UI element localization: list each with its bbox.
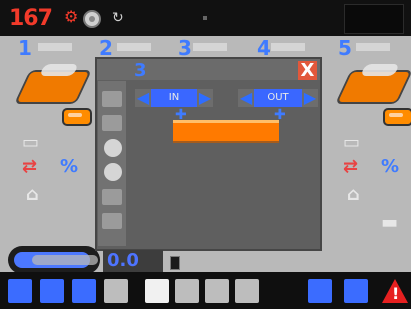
in-next-arrow[interactable]: ▶ — [197, 89, 213, 107]
document-icon[interactable] — [145, 279, 169, 303]
left-station-panel: ▭ ⇄ % ⌂ — [0, 36, 102, 274]
in-value: IN — [151, 89, 197, 107]
in-prev-arrow[interactable]: ◀ — [135, 89, 151, 107]
stapler-icon[interactable]: ▬ — [381, 212, 403, 234]
counter-value: 167 — [9, 6, 53, 31]
close-button[interactable]: X — [298, 61, 317, 80]
percent-icon[interactable]: % — [381, 156, 403, 178]
clock-icon[interactable] — [104, 163, 122, 181]
status-indicator-icon — [170, 256, 180, 270]
print-icon[interactable] — [175, 279, 199, 303]
stamp-icon[interactable]: ⌂ — [26, 184, 48, 206]
refresh-icon[interactable]: ↻ — [112, 10, 128, 26]
orange-tool-icon[interactable] — [335, 70, 411, 104]
network-icon[interactable] — [8, 279, 32, 303]
top-right-display — [344, 4, 404, 34]
bottom-toolbar — [0, 272, 411, 309]
station-3-dialog: 3 X ◀ IN ▶ ◀ OUT ▶ ✚ ✚ — [95, 57, 322, 251]
dialog-tool-icon[interactable] — [102, 189, 122, 205]
app-screen: 167 ⚙ ↻ 1 2 3 4 5 ▭ ⇄ % ⌂ ▭ ⇄ % ⌂ ▬ 3 X … — [0, 0, 411, 309]
out-selector[interactable]: ◀ OUT ▶ — [238, 89, 318, 107]
dialog-tool-icon[interactable] — [102, 213, 122, 229]
station-label-box — [271, 43, 305, 51]
status-value: 0.0 — [103, 250, 163, 272]
dialog-title: 3 — [134, 60, 147, 81]
right-station-panel: ▭ ⇄ % ⌂ ▬ — [321, 36, 411, 272]
top-bar: 167 ⚙ ↻ — [0, 0, 411, 36]
dialog-tool-list — [98, 81, 126, 246]
material-bar — [173, 120, 279, 143]
blue-roller-icon — [8, 246, 100, 274]
cartridge-icon[interactable]: ▭ — [343, 132, 365, 154]
in-selector[interactable]: ◀ IN ▶ — [135, 89, 213, 107]
stamp-icon[interactable]: ⌂ — [347, 184, 369, 206]
red-wrench-icon[interactable]: ⚙ — [64, 9, 78, 25]
out-next-arrow[interactable]: ▶ — [302, 89, 318, 107]
warning-icon[interactable] — [382, 279, 408, 305]
blue-tool-icon[interactable] — [308, 279, 332, 303]
pen-icon[interactable] — [104, 139, 122, 157]
dialog-tool-icon[interactable] — [102, 115, 122, 131]
dialog-tool-icon[interactable] — [102, 91, 122, 107]
out-value: OUT — [254, 89, 302, 107]
station-label-box — [117, 43, 151, 51]
tool-cap-icon — [383, 108, 411, 126]
status-dot — [203, 16, 207, 20]
gear-icon[interactable] — [83, 10, 101, 28]
book-icon[interactable] — [40, 279, 64, 303]
tool-cap-icon — [62, 108, 92, 126]
folder-icon[interactable] — [72, 279, 96, 303]
cartridge-icon[interactable]: ▭ — [22, 132, 44, 154]
tool-icon[interactable] — [235, 279, 259, 303]
red-swap-icon[interactable]: ⇄ — [22, 156, 44, 178]
orange-tool-icon[interactable] — [14, 70, 92, 104]
red-swap-icon[interactable]: ⇄ — [343, 156, 365, 178]
hammer-icon[interactable] — [104, 279, 128, 303]
search-icon[interactable] — [344, 279, 368, 303]
percent-icon[interactable]: % — [60, 156, 82, 178]
out-prev-arrow[interactable]: ◀ — [238, 89, 254, 107]
station-label-box — [193, 43, 227, 51]
settings-icon[interactable] — [205, 279, 229, 303]
